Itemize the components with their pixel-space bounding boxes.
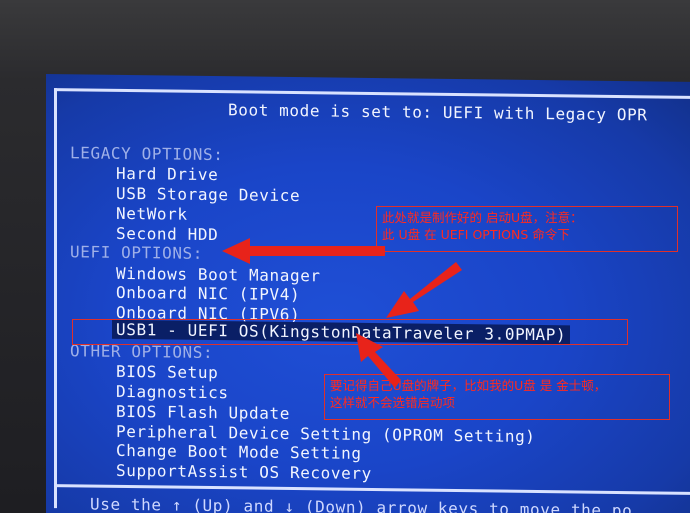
photo-background: Boot mode is set to: UEFI with Legacy OP… [0, 0, 690, 513]
arrow-up-left-icon [356, 333, 401, 388]
arrow-left-icon [222, 238, 385, 264]
annotation-arrows [222, 238, 462, 388]
arrow-down-left-icon [386, 262, 462, 318]
